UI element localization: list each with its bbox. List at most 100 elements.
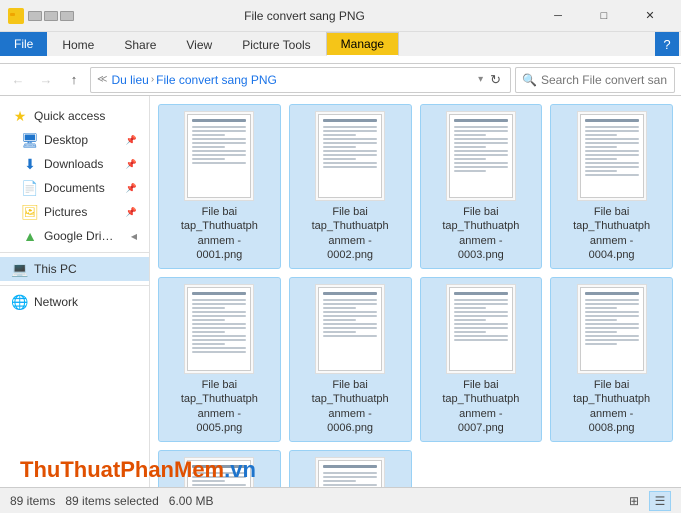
desktop-icon: 🖥 [22,132,38,148]
file-thumbnail [184,111,254,201]
ribbon-content [0,56,681,64]
help-button[interactable]: ? [655,32,679,56]
grid-view-button[interactable]: ⊞ [623,491,645,511]
doc-preview [318,460,382,487]
address-refresh-icon[interactable]: ↻ [487,72,504,88]
sidebar-item-documents[interactable]: 📄 Documents 📌 [0,176,149,200]
item-count: 89 items [10,494,55,508]
pictures-icon: 🖼 [22,204,38,220]
file-name-label: File bai tap_Thuthuatphanmem - 0006.png [310,378,390,435]
file-thumbnail [446,284,516,374]
file-name-label: File bai tap_Thuthuatphanmem - 0005.png [179,378,259,435]
tab-view[interactable]: View [171,32,227,56]
address-chevron-icon: ≪ [97,74,107,85]
file-name-label: File bai tap_Thuthuatphanmem - 0001.png [179,205,259,262]
sidebar-item-desktop[interactable]: 🖥 Desktop 📌 [0,128,149,152]
file-item[interactable]: File bai tap_Thuthuatphanmem - 0005.png [158,277,281,442]
back-button[interactable]: ← [6,68,30,92]
file-thumbnail [315,284,385,374]
sidebar-pictures-label: Pictures [44,205,87,219]
file-item[interactable]: File bai tap_Thuthuatphanmem - 0007.png [420,277,543,442]
sidebar-item-downloads[interactable]: ⬇ Downloads 📌 [0,152,149,176]
title-bar-left [8,8,74,24]
window-controls[interactable]: ─ □ ✕ [535,0,673,32]
file-thumbnail [315,457,385,487]
status-bar: 89 items 89 items selected 6.00 MB ⊞ ☰ [0,487,681,513]
network-icon: 🌐 [12,294,28,310]
doc-preview [580,114,644,198]
star-icon: ★ [12,108,28,124]
list-view-button[interactable]: ☰ [649,491,671,511]
address-part-dulieu[interactable]: Du lieu [111,73,148,87]
close-button[interactable]: ✕ [627,0,673,32]
file-thumbnail [577,284,647,374]
file-item[interactable]: File bai tap_Thuthuatphanmem - 0003.png [420,104,543,269]
address-parts: Du lieu › File convert sang PNG [111,73,474,87]
selected-count: 89 items selected [65,494,158,508]
file-thumbnail [184,284,254,374]
tab-picture-tools[interactable]: Picture Tools [227,32,325,56]
doc-preview [449,287,513,371]
file-name-label: File bai tap_Thuthuatphanmem - 0003.png [441,205,521,262]
file-item[interactable]: File bai tap_Thuthuatphanmem - 0008.png [550,277,673,442]
tab-share[interactable]: Share [109,32,171,56]
file-thumbnail [315,111,385,201]
file-item[interactable]: File bai tap_Thuthuatphanmem - 0001.png [158,104,281,269]
quick-redo-btn[interactable] [60,11,74,21]
address-part-current[interactable]: File convert sang PNG [156,73,277,87]
main-area: ★ Quick access 🖥 Desktop 📌 ⬇ Downloads 📌… [0,96,681,487]
minimize-button[interactable]: ─ [535,0,581,32]
doc-preview [187,287,251,371]
pin-icon: 📌 [126,135,137,146]
doc-preview [187,460,251,487]
doc-preview [318,287,382,371]
file-thumbnail [577,111,647,201]
file-item[interactable]: File bai tap_Thuthuatphanmem - 0006.png [289,277,412,442]
downloads-icon: ⬇ [22,156,38,172]
tab-home[interactable]: Home [47,32,109,56]
file-thumbnail [446,111,516,201]
doc-preview [318,114,382,198]
sidebar-item-pictures[interactable]: 🖼 Pictures 📌 [0,200,149,224]
up-button[interactable]: ↑ [62,68,86,92]
status-text: 89 items 89 items selected 6.00 MB [10,494,213,508]
file-item[interactable]: File bai tap_Thuthuatphanmem - 0002.png [289,104,412,269]
address-sep-icon: › [151,74,154,85]
sidebar: ★ Quick access 🖥 Desktop 📌 ⬇ Downloads 📌… [0,96,150,487]
sidebar-item-googledrive[interactable]: ▲ Google Drive ◀ [0,224,149,248]
search-input[interactable] [541,73,668,87]
window-title: File convert sang PNG [74,9,535,23]
computer-icon: 💻 [12,261,28,277]
file-name-label: File bai tap_Thuthuatphanmem - 0008.png [572,378,652,435]
sidebar-downloads-label: Downloads [44,157,103,171]
file-name-label: File bai tap_Thuthuatphanmem - 0004.png [572,205,652,262]
ribbon-tabs: File Home Share View Picture Tools Manag… [0,32,681,56]
file-item[interactable]: File bai tap_Thuthuatphanmem - 0009.png [158,450,281,487]
quick-access-section: ★ Quick access 🖥 Desktop 📌 ⬇ Downloads 📌… [0,104,149,248]
tab-file[interactable]: File [0,32,47,56]
pin-icon-doc: 📌 [126,183,137,194]
sidebar-item-network[interactable]: 🌐 Network [0,290,149,314]
sidebar-quick-access-label: Quick access [34,109,105,123]
sidebar-divider2 [0,285,149,286]
file-item[interactable]: File bai tap_Thuthuatphanmem - 0010.png [289,450,412,487]
doc-preview [449,114,513,198]
search-icon: 🔍 [522,73,537,87]
sidebar-quick-access[interactable]: ★ Quick access [0,104,149,128]
forward-button[interactable]: → [34,68,58,92]
pin-icon-dl: 📌 [126,159,137,170]
quick-save-btn[interactable] [28,11,42,21]
address-dropdown-icon[interactable]: ▾ [478,74,483,85]
tab-manage[interactable]: Manage [326,32,399,56]
quick-undo-btn[interactable] [44,11,58,21]
sidebar-googledrive-label: Google Drive [44,229,114,243]
file-grid[interactable]: File bai tap_Thuthuatphanmem - 0001.png … [150,96,681,487]
title-bar: File convert sang PNG ─ □ ✕ [0,0,681,32]
quick-access-toolbar[interactable] [28,11,74,21]
maximize-button[interactable]: □ [581,0,627,32]
sidebar-item-thispc[interactable]: 💻 This PC [0,257,149,281]
address-bar[interactable]: ≪ Du lieu › File convert sang PNG ▾ ↻ [90,67,511,93]
file-item[interactable]: File bai tap_Thuthuatphanmem - 0004.png [550,104,673,269]
search-bar[interactable]: 🔍 [515,67,675,93]
sidebar-thispc-label: This PC [34,262,77,276]
